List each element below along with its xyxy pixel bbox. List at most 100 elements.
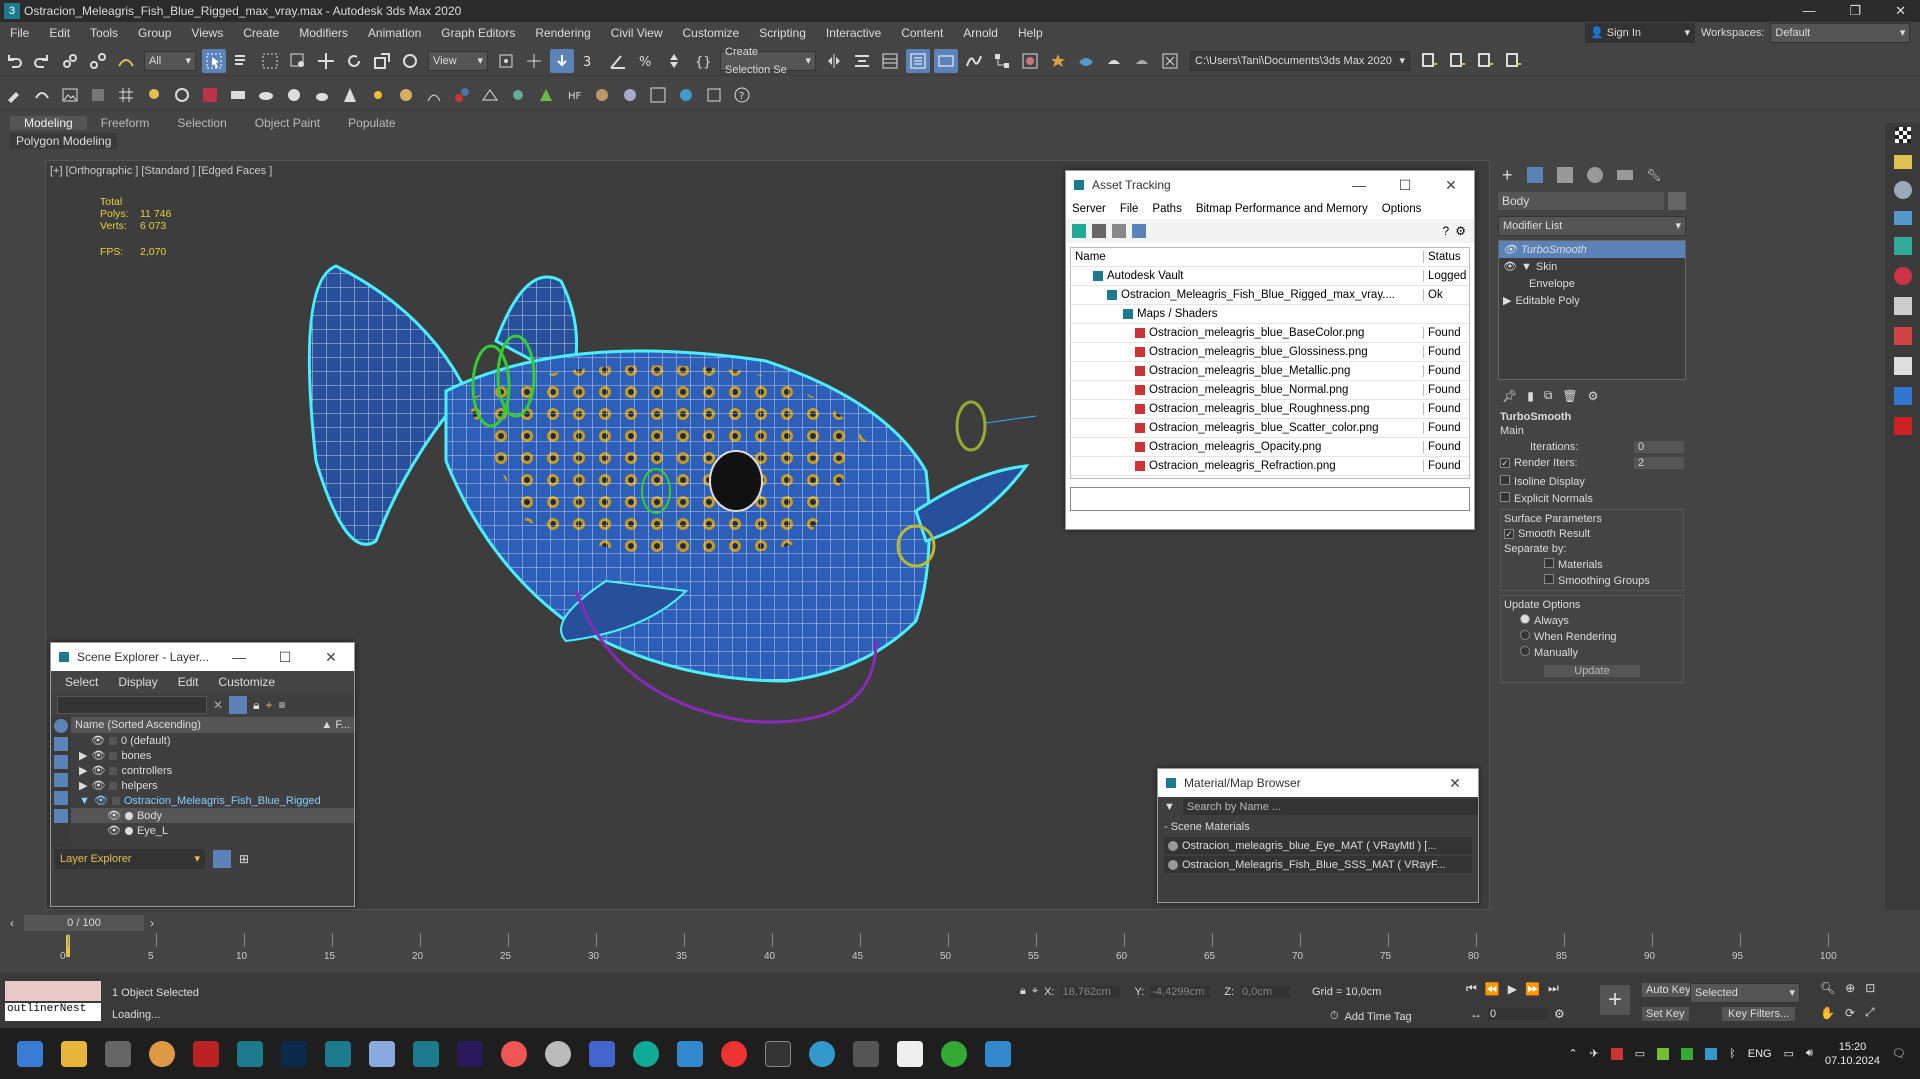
prev-frame-icon[interactable]: ‹ xyxy=(10,916,14,930)
vray-cone-icon[interactable] xyxy=(338,83,362,107)
render-setup-icon[interactable] xyxy=(1046,49,1070,73)
always-radio[interactable] xyxy=(1520,614,1530,624)
project-settings-icon[interactable] xyxy=(1502,49,1526,73)
column-status[interactable]: Status xyxy=(1423,251,1469,263)
shape-icon[interactable] xyxy=(1893,267,1912,285)
x-field[interactable]: 18,762cm xyxy=(1060,985,1121,998)
asset-row[interactable]: Autodesk Vault Logged xyxy=(1071,267,1469,286)
notepad-icon[interactable] xyxy=(362,1034,402,1074)
key-filters-button[interactable]: Key Filters... xyxy=(1722,1007,1796,1021)
app-spiral-icon[interactable] xyxy=(538,1034,578,1074)
asset-menu-paths[interactable]: Paths xyxy=(1152,203,1181,215)
remove-modifier-icon[interactable]: 🗑︎ xyxy=(1562,389,1577,403)
scene-explorer-titlebar[interactable]: Scene Explorer - Layer... — ☐ ✕ xyxy=(51,643,354,671)
expand-icon[interactable]: ▼ xyxy=(1521,261,1532,273)
current-frame-field[interactable]: 0 xyxy=(1488,1008,1548,1020)
zoom-all-icon[interactable]: ⊕ xyxy=(1845,981,1855,995)
ribbon-subtab[interactable]: Polygon Modeling xyxy=(10,133,118,149)
help-icon[interactable]: ? xyxy=(730,83,754,107)
menu-edit[interactable]: Edit xyxy=(39,22,80,44)
scene-menu-customize[interactable]: Customize xyxy=(218,675,275,689)
toggle-scene-explorer-icon[interactable] xyxy=(906,48,930,73)
menu-modifiers[interactable]: Modifiers xyxy=(289,22,358,44)
vray-vision-icon[interactable] xyxy=(674,83,698,107)
tray-chevron-icon[interactable]: ⌃ xyxy=(1568,1047,1577,1060)
asset-tracking-titlebar[interactable]: Asset Tracking — ☐ ✕ xyxy=(1066,171,1474,199)
reference-coord-select[interactable]: View ▾ xyxy=(428,50,488,71)
set-key-button[interactable]: Set Key xyxy=(1642,1007,1689,1021)
vray-scene-converter-icon[interactable] xyxy=(618,83,642,107)
maxscript-listener[interactable] xyxy=(5,981,101,1001)
vray-sky-icon[interactable] xyxy=(254,83,278,107)
brush-preset-icon[interactable] xyxy=(2,83,26,107)
scene-row[interactable]: ▶ 👁︎ helpers xyxy=(71,778,354,793)
vray-dome-icon[interactable] xyxy=(394,83,418,107)
language-indicator[interactable]: ENG xyxy=(1748,1048,1772,1060)
stack-item[interactable]: 👁︎ TurboSmooth xyxy=(1499,241,1685,258)
select-by-name-icon[interactable] xyxy=(230,49,254,73)
time-config-icon[interactable]: ⚙ xyxy=(1554,1007,1565,1021)
close-icon[interactable]: ✕ xyxy=(308,649,354,666)
scene-row[interactable]: 👁︎ Eye_L xyxy=(71,823,354,838)
z-field[interactable]: 0,0cm xyxy=(1240,985,1291,998)
minimize-icon[interactable]: — xyxy=(216,649,262,666)
time-tag-icon[interactable]: ⏱ xyxy=(1330,1010,1339,1023)
pin-stack-icon[interactable]: 📌︎ xyxy=(1502,389,1517,403)
display-tab-icon[interactable] xyxy=(1616,170,1633,180)
list-icon[interactable] xyxy=(1893,357,1912,375)
project-folder-icon[interactable] xyxy=(1418,49,1442,73)
cube-icon[interactable] xyxy=(1893,297,1912,315)
table-view-icon[interactable] xyxy=(1112,224,1126,238)
add-time-tag[interactable]: Add Time Tag xyxy=(1345,1011,1412,1023)
asset-path-field[interactable] xyxy=(1070,487,1470,511)
menu-scripting[interactable]: Scripting xyxy=(749,22,816,44)
rotate-icon[interactable] xyxy=(342,49,366,73)
vray-sun-icon[interactable] xyxy=(366,83,390,107)
yandex-icon[interactable] xyxy=(714,1034,754,1074)
tray-nvidia-icon[interactable] xyxy=(1681,1047,1694,1060)
menu-civil-view[interactable]: Civil View xyxy=(601,22,673,44)
app-blue-icon[interactable] xyxy=(670,1034,710,1074)
rect-selection-icon[interactable] xyxy=(258,49,282,73)
menu-animation[interactable]: Animation xyxy=(358,22,431,44)
menu-arnold[interactable]: Arnold xyxy=(953,22,1008,44)
close-icon[interactable]: ✕ xyxy=(1432,775,1478,792)
selection-filter[interactable]: All ▾ xyxy=(144,50,196,71)
rendered-frame-icon[interactable] xyxy=(1074,49,1098,73)
render-cloud-icon[interactable] xyxy=(1158,49,1182,73)
placement-icon[interactable] xyxy=(398,49,422,73)
tray-red-icon[interactable] xyxy=(1610,1047,1623,1060)
mirror-icon[interactable] xyxy=(822,49,846,73)
asset-row[interactable]: Ostracion_meleagris_blue_Roughness.png Fo… xyxy=(1071,400,1469,419)
terminal-icon[interactable] xyxy=(758,1034,798,1074)
key-mode-icon[interactable]: ↔ xyxy=(1470,1007,1482,1021)
isoline-checkbox[interactable] xyxy=(1500,475,1510,485)
scene-row[interactable]: ▶ 👁︎ controllers xyxy=(71,763,354,778)
menu-views[interactable]: Views xyxy=(181,22,233,44)
when-rendering-radio[interactable] xyxy=(1520,630,1530,640)
help-icon[interactable]: ? xyxy=(1443,224,1450,238)
options-chevron-icon[interactable]: ▼ xyxy=(1164,801,1175,813)
after-effects-icon[interactable] xyxy=(450,1034,490,1074)
3dsmax-icon[interactable] xyxy=(230,1034,270,1074)
explorer-type-select[interactable]: Layer Explorer ▾ xyxy=(55,849,205,869)
visibility-icon[interactable]: 👁︎ xyxy=(91,734,105,747)
stack-item[interactable]: Envelope xyxy=(1499,275,1685,292)
prev-key-icon[interactable]: ⏪ xyxy=(1485,982,1500,996)
texture-icon[interactable] xyxy=(86,83,110,107)
scale-icon[interactable] xyxy=(370,49,394,73)
layers-icon[interactable]: ≡ xyxy=(278,698,285,712)
scene-row[interactable]: ▼ 👁︎ Ostracion_Meleagris_Fish_Blue_Rigged xyxy=(71,793,354,808)
create-tab-icon[interactable]: + xyxy=(1502,165,1513,186)
modify-tab-icon[interactable] xyxy=(1526,167,1543,183)
menu-group[interactable]: Group xyxy=(128,22,181,44)
app-folder-icon[interactable] xyxy=(582,1034,622,1074)
menu-create[interactable]: Create xyxy=(233,22,289,44)
ribbon-tab-modeling[interactable]: Modeling xyxy=(10,116,87,130)
scene-icon[interactable] xyxy=(1893,181,1912,199)
restore-icon[interactable]: ❐ xyxy=(1849,3,1861,19)
torrent-icon[interactable] xyxy=(934,1034,974,1074)
absolute-mode-icon[interactable]: ⌖ xyxy=(1032,985,1038,998)
pivot-center-icon[interactable] xyxy=(494,49,518,73)
asset-row[interactable]: Ostracion_meleagris_blue_Metallic.png Fou… xyxy=(1071,362,1469,381)
